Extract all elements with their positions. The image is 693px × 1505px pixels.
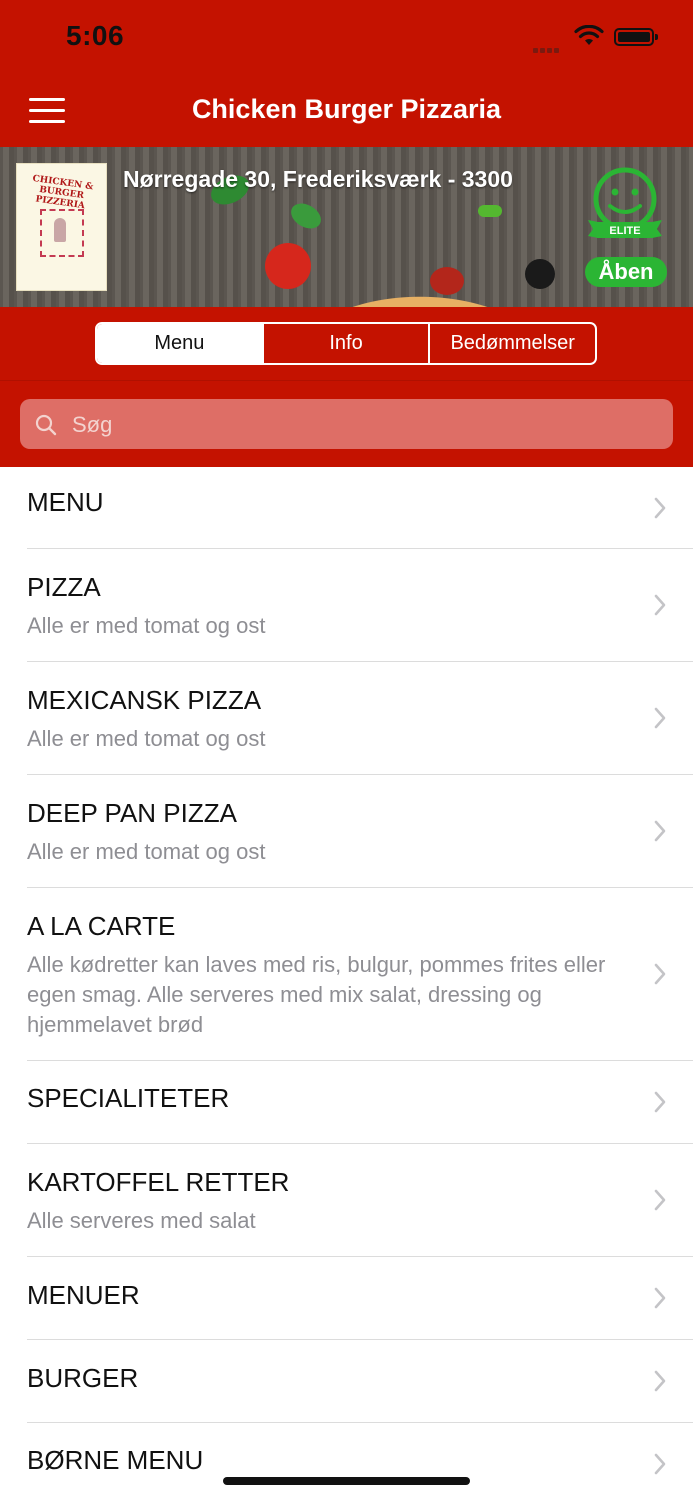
navigation-bar: Chicken Burger Pizzaria [0,78,693,147]
wifi-icon [574,25,604,45]
tomato-decoration [265,243,311,289]
chevron-right-icon [654,1091,666,1113]
pepper-decoration [478,205,502,217]
chevron-right-icon [654,963,666,985]
basil-leaf-decoration [286,198,326,234]
elite-label: ELITE [609,225,640,237]
category-row-a-la-carte[interactable]: A LA CARTE Alle kødretter kan laves med … [27,888,693,1061]
category-title: PIZZA [27,572,101,602]
chef-figure-icon [54,218,66,242]
chevron-right-icon [654,1370,666,1392]
category-title: SPECIALITETER [27,1083,230,1113]
category-title: MENU [27,487,104,517]
restaurant-logo: CHICKEN & BURGER PIZZERIA [17,164,106,290]
category-subtitle: Alle er med tomat og ost [27,839,266,864]
search-bar[interactable] [20,399,673,451]
tab-menu[interactable]: Menu [97,324,262,363]
chevron-right-icon [654,707,666,729]
category-title: A LA CARTE [27,911,176,941]
category-subtitle: Alle er med tomat og ost [27,726,266,751]
chevron-right-icon [654,820,666,842]
category-row-menuer[interactable]: MENUER [27,1257,693,1340]
category-subtitle: Alle kødretter kan laves med ris, bulgur… [27,952,606,1037]
category-row-pizza[interactable]: PIZZA Alle er med tomat og ost [27,549,693,662]
battery-icon [614,28,658,46]
home-indicator[interactable] [223,1477,470,1485]
category-subtitle: Alle er med tomat og ost [27,613,266,638]
page-title: Chicken Burger Pizzaria [191,94,502,124]
category-title: BURGER [27,1363,139,1393]
tab-reviews[interactable]: Bedømmelser [428,324,595,363]
chevron-right-icon [654,594,666,616]
category-row-kartoffel-retter[interactable]: KARTOFFEL RETTER Alle serveres med salat [27,1144,693,1257]
category-title: MENUER [27,1280,140,1310]
category-title: MEXICANSK PIZZA [27,685,262,715]
olive-decoration [525,259,555,289]
chevron-right-icon [654,1287,666,1309]
category-row-specialiteter[interactable]: SPECIALITETER [27,1061,693,1144]
category-title: DEEP PAN PIZZA [27,798,237,828]
category-row-burger[interactable]: BURGER [27,1340,693,1423]
category-subtitle: Alle serveres med salat [27,1208,256,1233]
category-row-menu[interactable]: MENU [27,467,693,549]
category-row-mexicansk-pizza[interactable]: MEXICANSK PIZZA Alle er med tomat og ost [27,662,693,775]
segmented-control: Menu Info Bedømmelser [95,322,597,365]
search-input[interactable] [70,399,664,451]
status-time: 5:06 [66,20,125,51]
logo-text: CHICKEN & BURGER PIZZERIA [31,173,94,212]
category-row-deep-pan-pizza[interactable]: DEEP PAN PIZZA Alle er med tomat og ost [27,775,693,888]
chevron-right-icon [654,497,666,518]
salami-decoration [430,267,464,295]
restaurant-address: Nørregade 30, Frederiksværk - 3300 [123,166,513,192]
category-row-borne-menu[interactable]: BØRNE MENU [27,1423,693,1505]
category-title: KARTOFFEL RETTER [27,1167,290,1197]
cellular-signal-icon [533,40,567,53]
chevron-right-icon [654,1453,666,1475]
chevron-right-icon [654,1189,666,1211]
category-list: MENU PIZZA Alle er med tomat og ost MEXI… [0,467,693,1505]
search-icon [35,414,57,436]
status-bar: 5:06 [0,0,693,78]
tab-info[interactable]: Info [261,324,429,363]
open-status-badge: Åben [585,257,667,287]
category-title: BØRNE MENU [27,1445,204,1475]
elite-smiley-icon: ELITE [588,167,662,238]
